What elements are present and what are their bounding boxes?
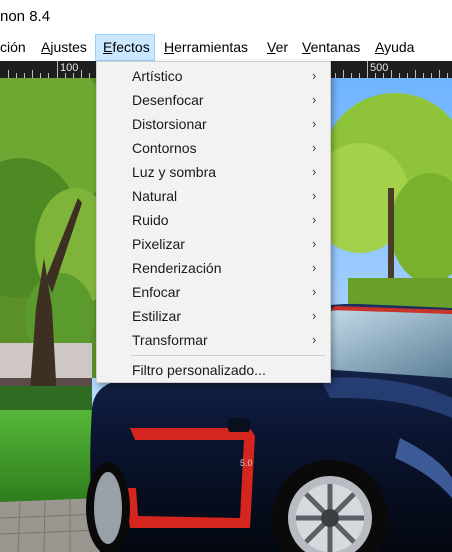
submenu-arrow-icon: ›: [312, 212, 317, 227]
submenu-arrow-icon: ›: [312, 308, 317, 323]
window-title: non 8.4: [0, 8, 51, 25]
submenu-arrow-icon: ›: [312, 236, 317, 251]
menu-item-filtro-personalizado[interactable]: Filtro personalizado...: [97, 358, 330, 382]
menu-item-artistico[interactable]: Artístico ›: [97, 64, 330, 88]
menu-item-desenfocar[interactable]: Desenfocar ›: [97, 88, 330, 112]
submenu-arrow-icon: ›: [312, 116, 317, 131]
title-bar: non 8.4: [0, 0, 452, 34]
menu-efectos[interactable]: Efectos: [95, 34, 155, 61]
effects-dropdown-menu: Artístico › Desenfocar › Distorsionar › …: [96, 61, 331, 383]
car-badge: 5.0: [240, 458, 253, 468]
menu-edicion[interactable]: ción: [0, 34, 26, 61]
submenu-arrow-icon: ›: [312, 140, 317, 155]
submenu-arrow-icon: ›: [312, 68, 317, 83]
menu-item-natural[interactable]: Natural ›: [97, 184, 330, 208]
menu-ayuda[interactable]: Ayuda: [375, 34, 414, 61]
submenu-arrow-icon: ›: [312, 92, 317, 107]
ruler-label-100: 100: [60, 62, 79, 74]
menu-herramientas[interactable]: Herramientas: [164, 34, 248, 61]
menu-ventanas[interactable]: Ventanas: [302, 34, 360, 61]
menu-bar: ción Ajustes Efectos Herramientas Ver Ve…: [0, 34, 452, 61]
menu-item-enfocar[interactable]: Enfocar ›: [97, 280, 330, 304]
menu-item-renderizacion[interactable]: Renderización ›: [97, 256, 330, 280]
submenu-arrow-icon: ›: [312, 284, 317, 299]
menu-item-luz-y-sombra[interactable]: Luz y sombra ›: [97, 160, 330, 184]
submenu-arrow-icon: ›: [312, 188, 317, 203]
menu-ver[interactable]: Ver: [267, 34, 288, 61]
menu-item-estilizar[interactable]: Estilizar ›: [97, 304, 330, 328]
submenu-arrow-icon: ›: [312, 164, 317, 179]
menu-separator: [131, 355, 325, 356]
menu-item-ruido[interactable]: Ruido ›: [97, 208, 330, 232]
menu-ajustes[interactable]: Ajustes: [41, 34, 87, 61]
submenu-arrow-icon: ›: [312, 332, 317, 347]
menu-item-pixelizar[interactable]: Pixelizar ›: [97, 232, 330, 256]
menu-item-distorsionar[interactable]: Distorsionar ›: [97, 112, 330, 136]
ruler-label-500: 500: [370, 62, 389, 74]
submenu-arrow-icon: ›: [312, 260, 317, 275]
menu-item-transformar[interactable]: Transformar ›: [97, 328, 330, 352]
menu-item-contornos[interactable]: Contornos ›: [97, 136, 330, 160]
